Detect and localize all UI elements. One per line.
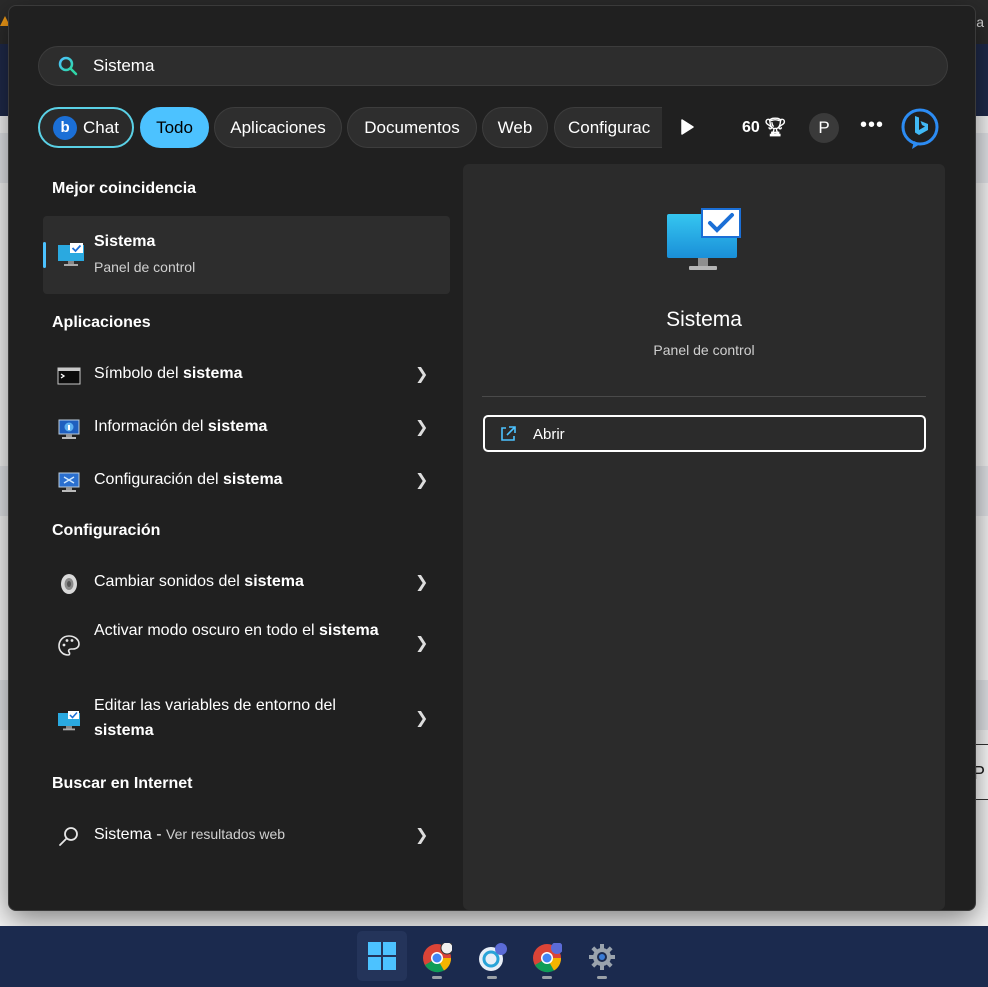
result-editar-variables-entorno[interactable]: Editar las variables de entorno del sist…: [43, 689, 450, 753]
best-match-result[interactable]: Sistema Panel de control: [43, 216, 450, 294]
section-title-config: Configuración: [52, 522, 161, 539]
app-icon: [479, 943, 507, 971]
chevron-right-icon[interactable]: ❯: [415, 708, 428, 728]
detail-pane: Sistema Panel de control Abrir: [463, 164, 945, 910]
divider: [482, 396, 926, 397]
tab-chat[interactable]: b Chat: [38, 107, 134, 148]
taskbar-chrome-profile-1[interactable]: [412, 931, 462, 981]
best-match-title: Sistema: [94, 233, 156, 250]
rewards-points-value: 60: [742, 118, 760, 136]
result-cambiar-sonidos[interactable]: Cambiar sonidos del sistema ❯: [43, 559, 450, 607]
open-button-label: Abrir: [533, 426, 565, 443]
search-panel: b Chat Todo Aplicaciones Documentos Web …: [8, 5, 976, 911]
running-indicator: [432, 976, 442, 979]
open-button[interactable]: Abrir: [483, 415, 926, 452]
bing-chat-icon[interactable]: [900, 107, 940, 149]
detail-subtitle: Panel de control: [653, 342, 755, 358]
system-configuration-icon: [58, 472, 80, 492]
tab-web[interactable]: Web: [482, 107, 548, 148]
result-label: Editar las variables de entorno del sist…: [94, 697, 336, 739]
more-options-button[interactable]: •••: [860, 114, 884, 137]
chrome-icon: [423, 943, 452, 973]
detail-title: Sistema: [666, 308, 742, 331]
system-monitor-icon: [58, 711, 80, 731]
windows-logo-icon: [368, 942, 396, 970]
search-box[interactable]: [38, 46, 948, 86]
running-indicator: [542, 976, 552, 979]
result-label: Cambiar sonidos del sistema: [94, 573, 304, 590]
tab-aplicaciones-label: Aplicaciones: [230, 117, 326, 137]
rewards-points[interactable]: 60 🏆︎: [742, 117, 787, 138]
taskbar-chrome-profile-2[interactable]: [522, 931, 572, 981]
selection-indicator: [43, 242, 46, 268]
avatar[interactable]: P: [809, 113, 839, 143]
tab-todo-label: Todo: [156, 117, 193, 137]
chevron-right-icon[interactable]: ❯: [415, 633, 428, 653]
chrome-icon: [533, 943, 562, 973]
result-label: Símbolo del sistema: [94, 365, 243, 382]
taskbar-app[interactable]: [467, 931, 517, 981]
chevron-right-icon[interactable]: ❯: [415, 825, 428, 845]
tab-aplicaciones[interactable]: Aplicaciones: [214, 107, 342, 148]
chevron-right-icon[interactable]: ❯: [415, 364, 428, 384]
tab-configuracion[interactable]: Configurac: [554, 107, 662, 148]
palette-icon: [58, 635, 80, 656]
result-simbolo-del-sistema[interactable]: Símbolo del sistema ❯: [43, 351, 450, 399]
running-indicator: [597, 976, 607, 979]
bing-icon: b: [53, 115, 78, 140]
search-input[interactable]: [93, 47, 913, 85]
result-web-search[interactable]: Sistema - Ver resultados web ❯: [43, 812, 450, 860]
search-icon: [59, 827, 78, 846]
tab-web-label: Web: [497, 117, 533, 137]
tab-documentos[interactable]: Documentos: [347, 107, 477, 148]
result-label: Activar modo oscuro en todo el sistema: [94, 622, 379, 639]
system-monitor-icon: [667, 208, 741, 270]
result-configuracion-del-sistema[interactable]: Configuración del sistema ❯: [43, 457, 450, 505]
taskbar: [0, 926, 988, 987]
result-informacion-del-sistema[interactable]: Información del sistema ❯: [43, 404, 450, 452]
section-title-best-match: Mejor coincidencia: [52, 180, 197, 197]
result-label: Información del sistema: [94, 418, 268, 435]
search-icon: [58, 56, 78, 76]
command-prompt-icon: [57, 367, 81, 385]
result-label: Sistema - Ver resultados web: [94, 826, 286, 843]
result-label: Configuración del sistema: [94, 471, 283, 488]
play-icon[interactable]: [677, 117, 697, 137]
tab-configuracion-label: Configurac: [568, 117, 651, 137]
tab-documentos-label: Documentos: [364, 117, 460, 137]
section-title-apps: Aplicaciones: [52, 314, 151, 331]
running-indicator: [487, 976, 497, 979]
best-match-subtitle: Panel de control: [94, 259, 196, 275]
result-activar-modo-oscuro[interactable]: Activar modo oscuro en todo el sistema ❯: [43, 614, 450, 678]
section-title-internet: Buscar en Internet: [52, 775, 193, 792]
system-monitor-icon: [58, 243, 84, 266]
gear-icon: [589, 944, 615, 970]
tab-todo[interactable]: Todo: [140, 107, 209, 148]
trophy-icon: 🏆︎: [763, 117, 787, 137]
system-information-icon: [58, 419, 80, 439]
start-button[interactable]: [357, 931, 407, 981]
avatar-initial: P: [818, 118, 830, 137]
chevron-right-icon[interactable]: ❯: [415, 572, 428, 592]
chevron-right-icon[interactable]: ❯: [415, 417, 428, 437]
background-text-fragment: a: [976, 14, 984, 30]
speaker-icon: [61, 574, 77, 594]
chevron-right-icon[interactable]: ❯: [415, 470, 428, 490]
taskbar-settings[interactable]: [577, 931, 627, 981]
open-external-icon: [501, 426, 516, 441]
tab-chat-label: Chat: [83, 117, 119, 137]
